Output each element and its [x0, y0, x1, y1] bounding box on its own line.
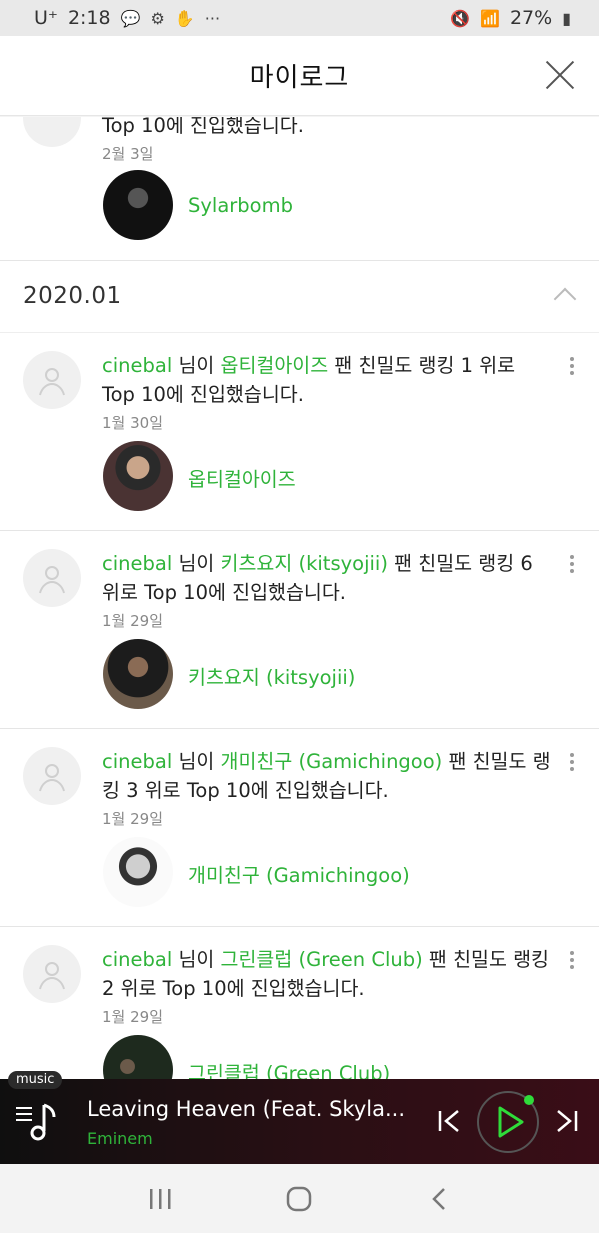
- artist-avatar[interactable]: [103, 837, 173, 907]
- text-mid: 님이: [172, 552, 221, 575]
- mute-icon: 🔇: [450, 8, 471, 28]
- user-placeholder-icon: [39, 764, 65, 792]
- artist-link[interactable]: 옵티컬아이즈: [221, 354, 329, 377]
- header: 마이로그: [0, 36, 599, 116]
- chevron-up-icon[interactable]: [553, 287, 577, 311]
- month-header[interactable]: 2020.01: [0, 261, 599, 333]
- feed[interactable]: Top 10에 진입했습니다. 2월 3일 Sylarbomb 2020.01 …: [0, 117, 599, 1079]
- artist-link[interactable]: 그린클럽 (Green Club): [221, 948, 423, 971]
- play-button[interactable]: [477, 1091, 539, 1153]
- user-placeholder-icon: [39, 962, 65, 990]
- wifi-icon: 📶: [480, 8, 500, 28]
- feed-item: cinebal 님이 그린클럽 (Green Club) 팬 친밀도 랭킹 2 …: [0, 927, 599, 1079]
- feed-text: cinebal 님이 키츠요지 (kitsyojii) 팬 친밀도 랭킹 6 위…: [102, 549, 552, 607]
- user-avatar[interactable]: [23, 747, 81, 805]
- page-title: 마이로그: [249, 63, 350, 93]
- music-player[interactable]: Leaving Heaven (Feat. Skyla... Eminem: [0, 1079, 599, 1164]
- user-link[interactable]: cinebal: [102, 750, 172, 773]
- carrier-label: U⁺: [34, 7, 58, 29]
- progress-indicator: [524, 1095, 534, 1105]
- artist-name-link[interactable]: 개미친구 (Gamichingoo): [188, 859, 410, 888]
- artist-name-link[interactable]: 그린클럽 (Green Club): [188, 1057, 390, 1079]
- next-track-button[interactable]: [552, 1107, 580, 1135]
- vpn-icon: ✋: [174, 8, 195, 28]
- feed-text: cinebal 님이 옵티컬아이즈 팬 친밀도 랭킹 1 위로 Top 10에 …: [102, 351, 552, 409]
- feed-date: 1월 30일: [102, 414, 163, 432]
- user-link[interactable]: cinebal: [102, 948, 172, 971]
- feed-item-top: Top 10에 진입했습니다. 2월 3일 Sylarbomb: [0, 117, 599, 261]
- artist-avatar[interactable]: [103, 1035, 173, 1079]
- user-avatar: [23, 117, 81, 147]
- artist-avatar[interactable]: [103, 441, 173, 511]
- artist-name-link[interactable]: 키츠요지 (kitsyojii): [188, 661, 355, 690]
- month-label: 2020.01: [23, 283, 122, 309]
- battery-icon: ▮: [562, 8, 571, 28]
- playlist-icon[interactable]: [14, 1099, 62, 1145]
- feed-text: cinebal 님이 그린클럽 (Green Club) 팬 친밀도 랭킹 2 …: [102, 945, 552, 1003]
- user-avatar[interactable]: [23, 945, 81, 1003]
- settings-icon: ⚙: [150, 8, 165, 28]
- close-button[interactable]: [543, 58, 577, 92]
- user-avatar[interactable]: [23, 351, 81, 409]
- more-icon: ···: [204, 8, 221, 28]
- feed-item: cinebal 님이 옵티컬아이즈 팬 친밀도 랭킹 1 위로 Top 10에 …: [0, 333, 599, 531]
- battery-level: 27%: [509, 7, 553, 29]
- more-options-icon[interactable]: [567, 355, 577, 377]
- status-bar: U⁺ 2:18 💬 ⚙ ✋ ··· 🔇 📶 27% ▮: [0, 0, 599, 36]
- back-button[interactable]: [419, 1179, 459, 1219]
- previous-track-button[interactable]: [436, 1107, 464, 1135]
- track-artist[interactable]: Eminem: [87, 1129, 153, 1148]
- artist-link[interactable]: 키츠요지 (kitsyojii): [221, 552, 388, 575]
- more-options-icon[interactable]: [567, 751, 577, 773]
- system-nav-bar: [0, 1164, 599, 1233]
- track-title[interactable]: Leaving Heaven (Feat. Skyla...: [87, 1097, 417, 1121]
- home-button[interactable]: [279, 1179, 319, 1219]
- artist-avatar[interactable]: [103, 639, 173, 709]
- text-mid: 님이: [172, 354, 221, 377]
- music-tag: music: [8, 1071, 63, 1089]
- text-mid: 님이: [172, 750, 221, 773]
- text-mid: 님이: [172, 948, 221, 971]
- more-options-icon[interactable]: [567, 949, 577, 971]
- user-link[interactable]: cinebal: [102, 552, 172, 575]
- user-link[interactable]: cinebal: [102, 354, 172, 377]
- artist-name-link[interactable]: 옵티컬아이즈: [188, 463, 296, 492]
- user-placeholder-icon: [39, 566, 65, 594]
- feed-item: cinebal 님이 키츠요지 (kitsyojii) 팬 친밀도 랭킹 6 위…: [0, 531, 599, 729]
- feed-date: 2월 3일: [102, 145, 154, 163]
- feed-text: cinebal 님이 개미친구 (Gamichingoo) 팬 친밀도 랭킹 3…: [102, 747, 552, 805]
- status-left: U⁺ 2:18 💬 ⚙ ✋ ···: [34, 7, 220, 29]
- user-placeholder-icon: [39, 368, 65, 396]
- artist-link[interactable]: Sylarbomb: [188, 194, 293, 217]
- recent-apps-button[interactable]: [140, 1179, 180, 1219]
- talk-icon: 💬: [120, 8, 141, 28]
- feed-text: Top 10에 진입했습니다.: [102, 117, 304, 137]
- artist-link[interactable]: 개미친구 (Gamichingoo): [221, 750, 443, 773]
- feed-date: 1월 29일: [102, 612, 163, 630]
- feed-item: cinebal 님이 개미친구 (Gamichingoo) 팬 친밀도 랭킹 3…: [0, 729, 599, 927]
- more-options-icon[interactable]: [567, 553, 577, 575]
- feed-date: 1월 29일: [102, 1008, 163, 1026]
- clock: 2:18: [67, 7, 111, 29]
- user-avatar[interactable]: [23, 549, 81, 607]
- artist-avatar[interactable]: [103, 170, 173, 240]
- status-right: 🔇 📶 27% ▮: [450, 7, 571, 29]
- feed-date: 1월 29일: [102, 810, 163, 828]
